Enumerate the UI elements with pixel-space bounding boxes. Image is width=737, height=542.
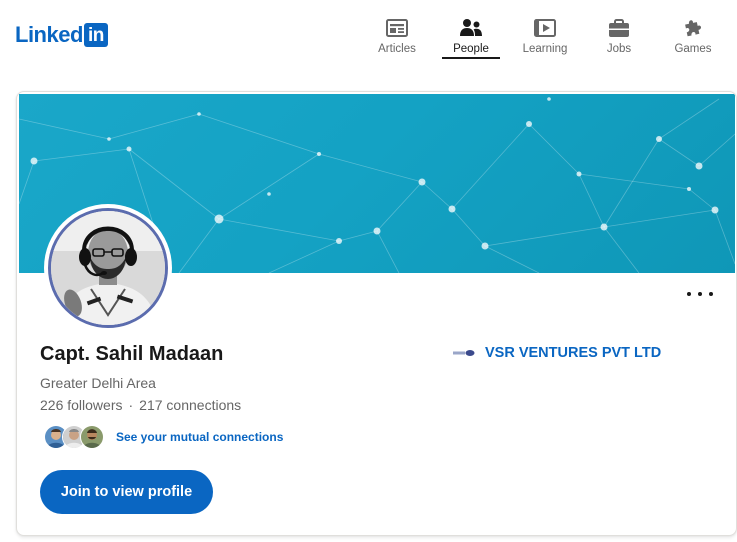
logo-wordmark: Linked	[15, 22, 83, 47]
nav-articles[interactable]: Articles	[360, 10, 434, 58]
people-icon	[459, 16, 483, 40]
followers-count: 226 followers	[40, 397, 123, 413]
pilot-portrait	[51, 211, 165, 325]
avatar-photo	[48, 208, 168, 328]
mutual-avatars	[44, 425, 104, 449]
puzzle-icon	[681, 16, 705, 40]
connections-count: 217 connections	[139, 397, 242, 413]
nav-learning[interactable]: Learning	[508, 10, 582, 58]
learning-icon	[533, 16, 557, 40]
profile-name: Capt. Sahil Madaan	[40, 343, 224, 365]
nav-label: Jobs	[606, 43, 632, 55]
profile-stats: 226 followers · 217 connections	[40, 397, 241, 413]
top-header: Linked in Articles People Learning Jobs …	[0, 0, 737, 72]
more-dot-icon	[687, 292, 691, 296]
company-logo-icon	[453, 348, 475, 358]
profile-location: Greater Delhi Area	[40, 375, 156, 391]
nav-games[interactable]: Games	[656, 10, 730, 58]
more-dot-icon	[709, 292, 713, 296]
articles-icon	[385, 16, 409, 40]
join-to-view-profile-button[interactable]: Join to view profile	[40, 470, 213, 514]
mutual-avatar	[80, 425, 104, 449]
nav-label: People	[453, 43, 489, 55]
profile-card: Capt. Sahil Madaan Greater Delhi Area 22…	[16, 91, 737, 536]
company-name: VSR VENTURES PVT LTD	[485, 345, 662, 361]
nav-label: Articles	[378, 43, 416, 55]
nav-jobs[interactable]: Jobs	[582, 10, 656, 58]
more-dot-icon	[698, 292, 702, 296]
profile-avatar[interactable]	[44, 204, 172, 332]
nav-label: Games	[674, 43, 712, 55]
stats-separator: ·	[128, 397, 134, 413]
nav-people[interactable]: People	[434, 10, 508, 59]
nav-label: Learning	[522, 43, 568, 55]
jobs-icon	[607, 16, 631, 40]
logo-in-box: in	[83, 23, 108, 47]
see-mutual-connections-link[interactable]: See your mutual connections	[116, 430, 283, 444]
linkedin-logo[interactable]: Linked in	[15, 22, 108, 48]
mutual-connections[interactable]: See your mutual connections	[44, 424, 283, 450]
top-nav: Articles People Learning Jobs Games	[360, 10, 730, 59]
current-company[interactable]: VSR VENTURES PVT LTD	[453, 345, 661, 361]
more-options-button[interactable]	[687, 287, 713, 301]
